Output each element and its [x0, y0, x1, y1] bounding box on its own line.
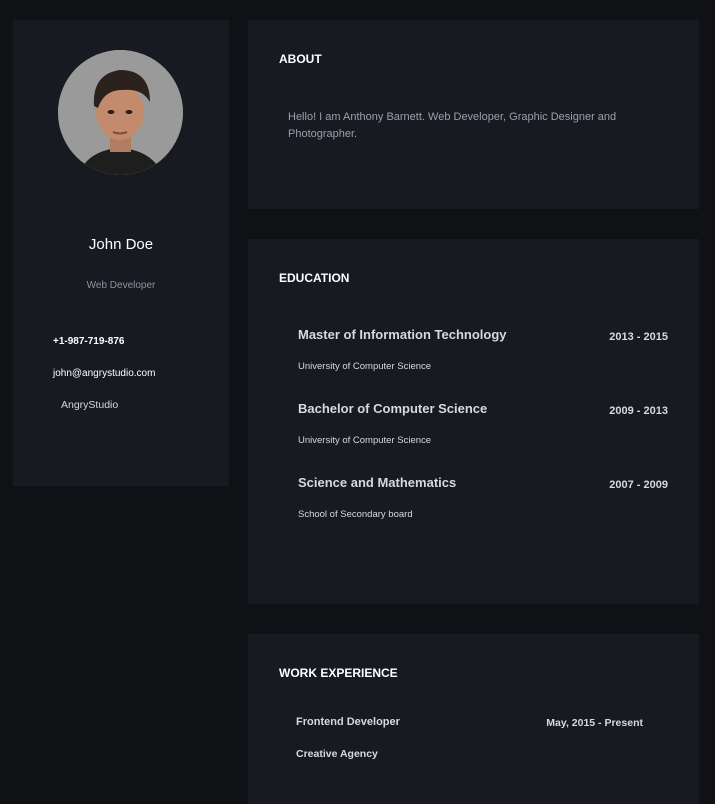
education-school: University of Computer Science — [298, 435, 432, 446]
email-link[interactable]: john@angrystudio.com — [53, 368, 155, 379]
company-link[interactable]: AngryStudio — [61, 399, 118, 411]
education-years: 2013 - 2015 — [609, 331, 668, 343]
profile-card: John Doe Web Developer +1-987-719-876 jo… — [13, 20, 229, 486]
about-card: ABOUT Hello! I am Anthony Barnett. Web D… — [248, 20, 699, 209]
work-role: Frontend Developer — [296, 716, 400, 728]
work-experience-card: WORK EXPERIENCE Frontend Developer May, … — [248, 634, 699, 804]
profile-name: John Doe — [88, 236, 154, 253]
education-degree: Bachelor of Computer Science — [298, 401, 488, 416]
work-dates: May, 2015 - Present — [546, 717, 643, 729]
education-years: 2009 - 2013 — [609, 405, 668, 417]
work-company: Creative Agency — [296, 748, 378, 760]
phone-link[interactable]: +1-987-719-876 — [53, 336, 124, 347]
education-school: University of Computer Science — [298, 361, 432, 372]
work-heading: WORK EXPERIENCE — [279, 666, 398, 680]
education-years: 2007 - 2009 — [609, 479, 668, 491]
avatar — [58, 50, 183, 175]
about-text: Hello! I am Anthony Barnett. Web Develop… — [288, 111, 617, 140]
education-card: EDUCATION Master of Information Technolo… — [248, 239, 699, 604]
education-heading: EDUCATION — [279, 271, 350, 285]
education-degree: Science and Mathematics — [298, 475, 457, 490]
avatar-photo-icon — [58, 50, 183, 175]
about-heading: ABOUT — [279, 52, 322, 66]
education-school: School of Secondary board — [298, 509, 413, 520]
profile-title: Web Developer — [86, 280, 156, 291]
education-degree: Master of Information Technology — [298, 327, 507, 342]
